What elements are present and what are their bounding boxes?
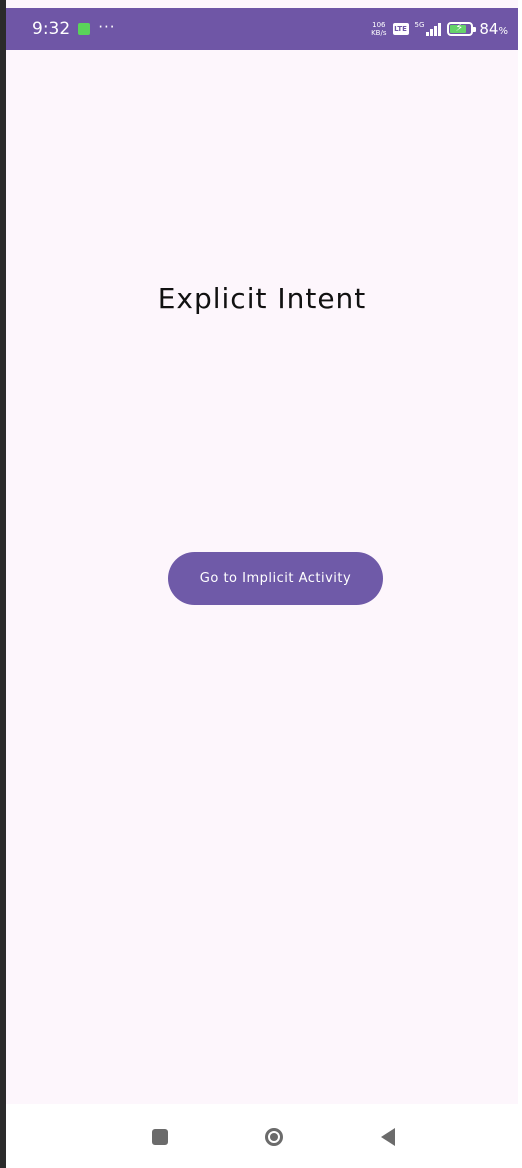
navigation-bar (6, 1104, 518, 1168)
signal-icon: 5G (415, 22, 442, 36)
page-title: Explicit Intent (157, 282, 367, 315)
more-notifications-icon: ··· (98, 18, 116, 36)
battery-percentage: 84% (479, 20, 508, 38)
back-button[interactable] (373, 1122, 403, 1152)
battery-icon: ⚡ (447, 21, 477, 36)
go-to-implicit-activity-button[interactable]: Go to Implicit Activity (168, 552, 383, 605)
network-speed: 106 KB/s (371, 21, 386, 37)
network-speed-value: 106 (372, 21, 386, 29)
charging-bolt-icon: ⚡ (455, 21, 464, 34)
home-button[interactable] (259, 1122, 289, 1152)
network-type-label: 5G (414, 21, 425, 29)
triangle-back-icon (381, 1128, 395, 1146)
status-time: 9:32 (32, 19, 71, 39)
circle-icon (265, 1128, 283, 1146)
status-bar: 9:32 ··· 106 KB/s LTE 5G ⚡ 84% (6, 8, 518, 50)
recent-apps-button[interactable] (145, 1122, 175, 1152)
app-notification-icon (78, 23, 91, 35)
phone-screen: 9:32 ··· 106 KB/s LTE 5G ⚡ 84% Explicit … (0, 0, 522, 1168)
status-left: 9:32 ··· (32, 8, 116, 50)
status-right: 106 KB/s LTE 5G ⚡ 84% (371, 8, 508, 50)
square-icon (152, 1129, 168, 1145)
lte-icon: LTE (392, 23, 409, 35)
network-speed-unit: KB/s (371, 29, 387, 37)
